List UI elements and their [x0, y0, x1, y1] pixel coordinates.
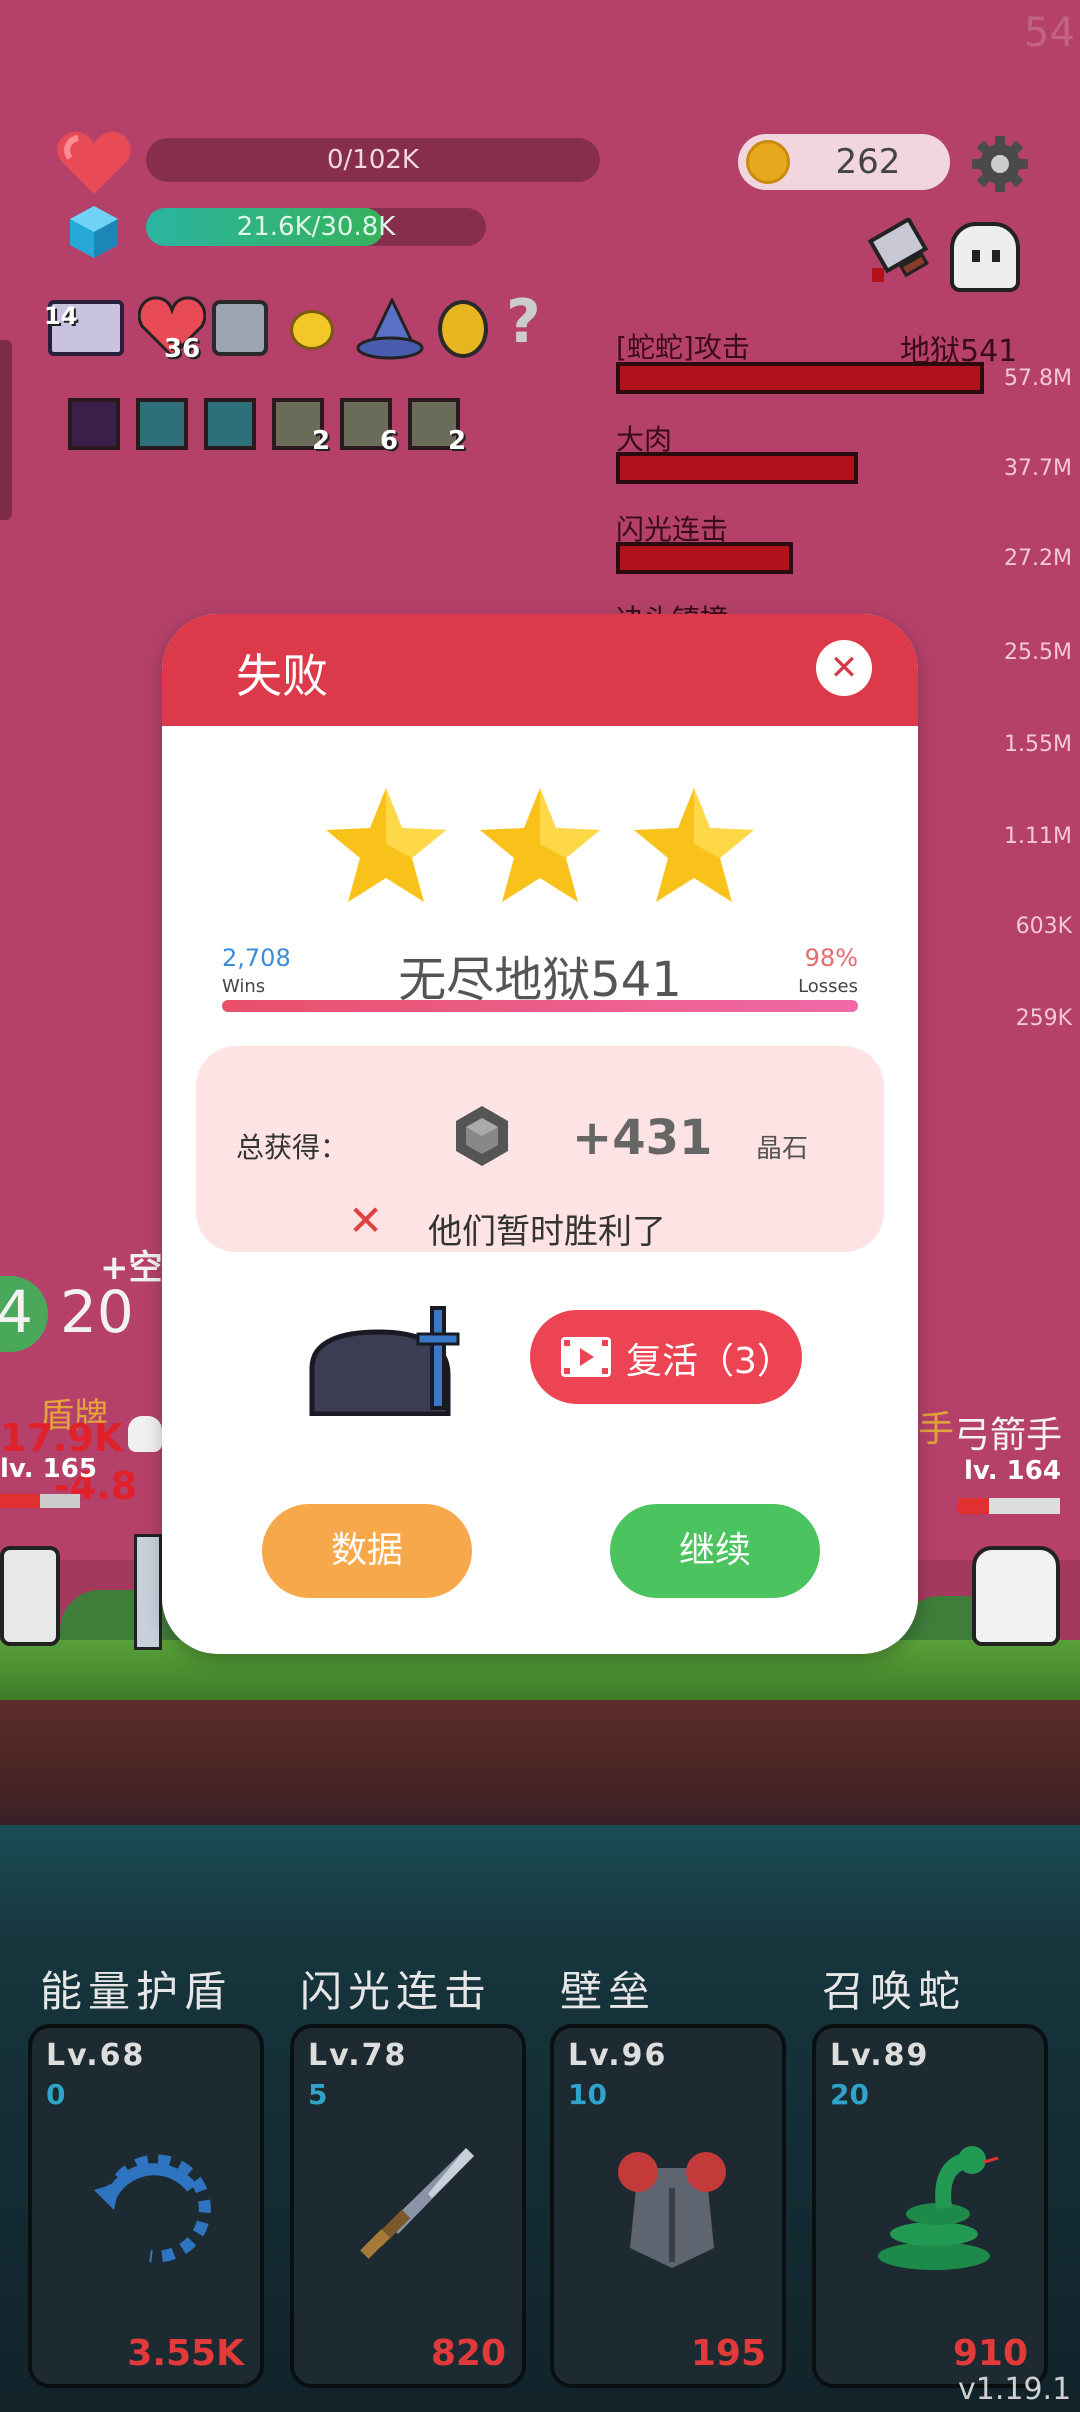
win-loss-bar	[222, 1000, 858, 1012]
star-icon	[480, 788, 600, 902]
damage-value: 1.55M	[1004, 732, 1072, 757]
skill-level: Lv.89	[830, 2038, 930, 2073]
reward-label: 总获得：	[236, 1131, 349, 1164]
skill-level: Lv.78	[308, 2038, 408, 2073]
damage-value: 1.11M	[1004, 824, 1072, 849]
damage-value: 37.7M	[1004, 456, 1072, 481]
video-icon	[561, 1337, 611, 1377]
hp-text: 0/102K	[327, 145, 419, 175]
cross-icon: ✕	[348, 1196, 384, 1245]
relic-count: 2	[312, 426, 331, 456]
archer-name: 弓箭手	[954, 1415, 1063, 1456]
archer-hp-bar	[958, 1498, 1060, 1514]
armor-item-icon[interactable]	[212, 300, 268, 356]
skill-card-energy-shield[interactable]: Lv.68 0 3.55K	[28, 2024, 264, 2388]
sword-icon	[360, 2148, 474, 2259]
damage-bar	[616, 452, 858, 484]
damage-bar	[616, 542, 793, 574]
damage-value: 27.2M	[1004, 546, 1072, 571]
skill-cost: 910	[952, 2333, 1028, 2374]
armor-icon	[618, 2152, 726, 2268]
star-icon	[326, 788, 446, 902]
skill-number: 0	[46, 2078, 66, 2111]
crystal-icon	[68, 204, 120, 260]
skill-name: 壁垒	[560, 1967, 657, 2016]
item-count: 14	[44, 302, 78, 330]
dialog-title: 失败	[236, 649, 328, 703]
relic-count: 2	[448, 426, 467, 456]
wizard-hat-icon[interactable]	[356, 296, 424, 360]
skill-cost: 3.55K	[127, 2333, 244, 2374]
continue-button[interactable]: 继续	[610, 1504, 820, 1598]
question-icon[interactable]: ?	[506, 292, 541, 352]
enemy-name-partial: 手	[918, 1409, 955, 1450]
heart-icon	[56, 130, 132, 196]
coin-display: 262	[738, 134, 950, 190]
relic-3[interactable]	[204, 398, 256, 450]
enemy-level: lv. 165	[0, 1454, 97, 1484]
skill-number: 5	[308, 2078, 328, 2111]
enemy-hp-bar	[0, 1494, 80, 1508]
defeat-dialog: 失败 ✕ 2,708 Wins 无尽地狱541 98% Losses 总获得： …	[162, 614, 918, 1654]
star-icon	[634, 788, 754, 902]
damage-value: 603K	[1015, 914, 1072, 939]
skill-cost: 195	[690, 2333, 766, 2374]
fail-message: 他们暂时胜利了	[428, 1212, 666, 1252]
skill-name: 能量护盾	[40, 1967, 233, 2016]
hp-bar: 0/102K	[146, 138, 600, 182]
coin-icon	[746, 140, 790, 184]
loss-percent: 98%	[804, 944, 858, 972]
refresh-icon	[94, 2154, 211, 2263]
skill-name: 闪光连击	[300, 1967, 493, 2016]
skill-card-summon-snake[interactable]: Lv.89 20 910	[812, 2024, 1048, 2388]
relic-1[interactable]	[68, 398, 120, 450]
relic-count: 6	[380, 426, 399, 456]
snake-icon	[878, 2146, 999, 2270]
exp-bar: 21.6K/30.8K	[146, 208, 486, 246]
skull-icon	[128, 1416, 162, 1452]
revive-button[interactable]: 复活（3）	[530, 1310, 802, 1404]
damage-label: [蛇蛇]攻击	[616, 331, 750, 364]
skill-card-flash-combo[interactable]: Lv.78 5 820	[290, 2024, 526, 2388]
crystal-gem-icon	[456, 1106, 508, 1166]
heart-item-count: 36	[164, 334, 201, 364]
data-button[interactable]: 数据	[262, 1504, 472, 1598]
left-num-partial: 4	[0, 1278, 33, 1346]
side-handle[interactable]	[0, 340, 12, 520]
corner-number: 54	[1024, 10, 1075, 56]
skill-level: Lv.68	[46, 2038, 146, 2073]
coin-count: 262	[835, 142, 901, 182]
damage-value: 57.8M	[1004, 366, 1072, 391]
exp-text: 21.6K/30.8K	[236, 212, 396, 242]
float-text: +空	[100, 1248, 163, 1288]
reward-box: 总获得： +431 晶石 ✕ 他们暂时胜利了	[196, 1046, 884, 1252]
skill-number: 10	[568, 2078, 607, 2111]
skill-cost: 820	[430, 2333, 506, 2374]
damage-value: 259K	[1015, 1006, 1072, 1031]
version-label: v1.19.1	[958, 2372, 1072, 2407]
reward-unit: 晶石	[756, 1134, 809, 1164]
revive-label: 复活（3）	[626, 1341, 793, 1382]
damage-bar	[616, 362, 984, 394]
skill-card-bulwark[interactable]: Lv.96 10 195	[550, 2024, 786, 2388]
skill-level: Lv.96	[568, 2038, 668, 2073]
ghost-icon[interactable]	[950, 222, 1020, 292]
tombstone-icon	[309, 1306, 460, 1416]
archer-level: lv. 164	[964, 1456, 1061, 1486]
sword-sprite	[134, 1534, 162, 1650]
skill-number: 20	[830, 2078, 869, 2111]
loss-label: Losses	[798, 976, 858, 997]
archer-sprite	[972, 1546, 1060, 1646]
cleaver-icon[interactable]	[862, 216, 938, 288]
gear-icon[interactable]	[970, 134, 1030, 194]
relic-2[interactable]	[136, 398, 188, 450]
reward-amount: +431	[572, 1110, 713, 1166]
dirt-ground	[0, 1700, 1080, 1825]
pineapple-icon[interactable]	[438, 300, 488, 358]
close-button[interactable]: ✕	[816, 640, 872, 696]
damage-value: 25.5M	[1004, 640, 1072, 665]
skill-name: 召唤蛇	[822, 1967, 967, 2016]
enemy-sprite	[0, 1546, 60, 1646]
orb-item-icon[interactable]	[290, 310, 334, 350]
